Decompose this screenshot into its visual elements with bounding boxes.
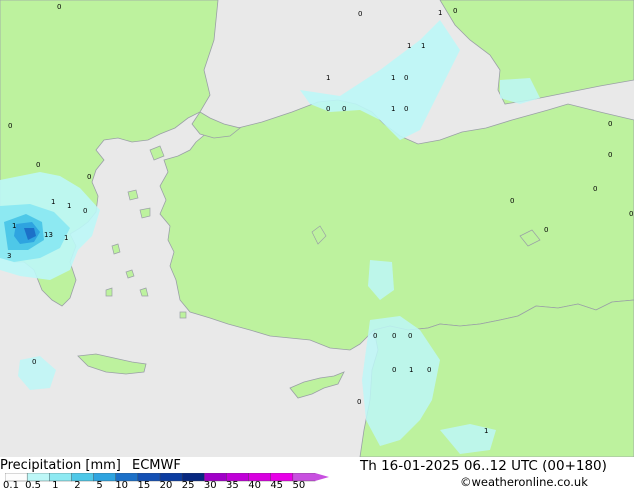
rain-label: 0 [36, 161, 40, 169]
rain-label: 1 [484, 427, 488, 435]
rain-label: 1 [12, 222, 16, 230]
rain-label: 0 [57, 3, 61, 11]
rain-label: 0 [608, 120, 612, 128]
rain-label: 1 [421, 42, 425, 50]
rain-label: 0 [342, 105, 346, 113]
rain-label: 0 [544, 226, 548, 234]
rain-label: 0 [408, 332, 412, 340]
rain-label: 0 [629, 210, 633, 218]
rain-label: 0 [326, 105, 330, 113]
rain-label: 1 [64, 234, 68, 242]
rain-label: 0 [404, 105, 408, 113]
rain-label: 0 [358, 10, 362, 18]
colorbar-arrow [315, 473, 329, 481]
rain-label: 0 [593, 185, 597, 193]
rain-label: 0 [357, 398, 361, 406]
rain-label: 1 [67, 202, 71, 210]
rain-label: 1 [407, 42, 411, 50]
rain-label: 1 [391, 105, 395, 113]
precipitation-map: 0 0 1 1 1 1 1 0 0 0 1 0 0 0 0 1 1 0 0 1 … [0, 0, 634, 457]
rain-label: 1 [51, 198, 55, 206]
legend-title: Precipitation [mm] [0, 458, 121, 473]
credit-link[interactable]: ©weatheronline.co.uk [460, 475, 588, 489]
rain-label: 0 [510, 197, 514, 205]
rain-label: 0 [392, 366, 396, 374]
rain-label: 1 [409, 366, 413, 374]
rain-label: 0 [373, 332, 377, 340]
rain-label: 0 [427, 366, 431, 374]
rain-label: 3 [7, 252, 11, 260]
rain-label: 0 [87, 173, 91, 181]
rain-label: 1 [438, 9, 442, 17]
rain-label: 0 [404, 74, 408, 82]
rain-label: 0 [83, 207, 87, 215]
rain-label: 0 [608, 151, 612, 159]
rain-label: 0 [8, 122, 12, 130]
weather-map-app: 0 0 1 1 1 1 1 0 0 0 1 0 0 0 0 1 1 0 0 1 … [0, 0, 634, 491]
model-name: ECMWF [132, 458, 181, 473]
rain-label: 0 [32, 358, 36, 366]
rain-label: 0 [453, 7, 457, 15]
rain-label: 1 [326, 74, 330, 82]
rain-label: 0 [392, 332, 396, 340]
valid-time: Th 16-01-2025 06..12 UTC (00+180) [360, 458, 607, 474]
rain-label: 1 [391, 74, 395, 82]
rain-label: 13 [44, 231, 53, 239]
